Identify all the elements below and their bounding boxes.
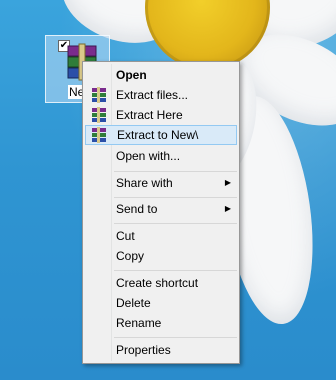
menu-item-send-to[interactable]: Send to ▶	[85, 199, 237, 219]
menu-item-open[interactable]: Open	[85, 65, 237, 85]
menu-item-label: Extract files...	[116, 88, 189, 102]
winrar-icon	[92, 127, 106, 143]
menu-item-extract-to[interactable]: Extract to New\	[85, 125, 237, 145]
menu-item-label: Open	[116, 68, 147, 82]
menu-item-label: Cut	[116, 229, 135, 243]
menu-item-create-shortcut[interactable]: Create shortcut	[85, 273, 237, 293]
menu-separator	[114, 270, 237, 271]
submenu-arrow-icon: ▶	[224, 204, 231, 213]
menu-item-label: Properties	[116, 343, 171, 357]
menu-item-share-with[interactable]: Share with ▶	[85, 173, 237, 193]
menu-item-properties[interactable]: Properties	[85, 340, 237, 360]
winrar-icon	[92, 87, 106, 103]
menu-item-label: Share with	[116, 176, 173, 190]
menu-item-label: Open with...	[116, 149, 181, 163]
menu-item-rename[interactable]: Rename	[85, 313, 237, 333]
menu-separator	[114, 337, 237, 338]
menu-separator	[114, 171, 237, 172]
context-menu: Open Extract files... Extract Here Extra…	[82, 61, 240, 364]
menu-item-extract-files[interactable]: Extract files...	[85, 85, 237, 105]
menu-item-copy[interactable]: Copy	[85, 246, 237, 266]
submenu-arrow-icon: ▶	[224, 178, 231, 187]
menu-item-delete[interactable]: Delete	[85, 293, 237, 313]
menu-item-label: Send to	[116, 202, 158, 216]
menu-item-extract-here[interactable]: Extract Here	[85, 105, 237, 125]
menu-item-label: Delete	[116, 296, 151, 310]
menu-item-label: Rename	[116, 316, 162, 330]
menu-item-label: Extract Here	[116, 108, 183, 122]
menu-item-label: Create shortcut	[116, 276, 199, 290]
menu-item-cut[interactable]: Cut	[85, 226, 237, 246]
menu-separator	[114, 223, 237, 224]
menu-item-label: Extract to New\	[117, 128, 199, 142]
menu-item-open-with[interactable]: Open with...	[85, 146, 237, 166]
menu-item-label: Copy	[116, 249, 145, 263]
winrar-icon	[92, 107, 106, 123]
menu-separator	[114, 197, 237, 198]
